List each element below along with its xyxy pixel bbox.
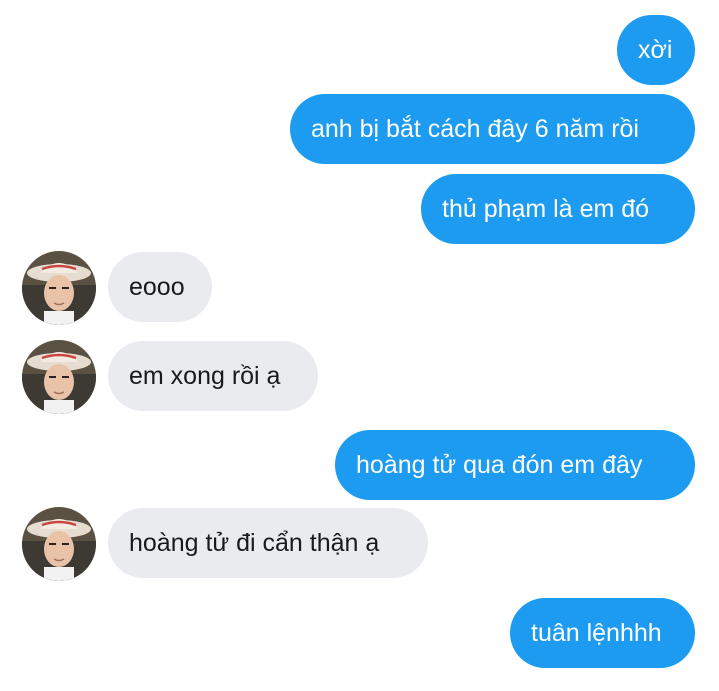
sent-message-bubble[interactable]: thủ phạm là em đó: [421, 174, 695, 244]
avatar-photo-icon: [22, 507, 96, 581]
message-text: em xong rồi ạ: [129, 362, 281, 390]
message-text: anh bị bắt cách đây 6 năm rồi: [311, 115, 639, 143]
message-text: hoàng tử đi cẩn thận ạ: [129, 529, 380, 557]
sent-message-bubble[interactable]: anh bị bắt cách đây 6 năm rồi: [290, 94, 695, 164]
contact-avatar[interactable]: [22, 507, 96, 581]
sent-message-bubble[interactable]: xời: [617, 15, 695, 85]
avatar-photo-icon: [22, 251, 96, 325]
contact-avatar[interactable]: [22, 251, 96, 325]
avatar-photo-icon: [22, 340, 96, 414]
message-text: tuân lệnhhh: [531, 619, 662, 647]
message-text: eooo: [129, 273, 185, 301]
received-message-bubble[interactable]: em xong rồi ạ: [108, 341, 318, 411]
contact-avatar[interactable]: [22, 340, 96, 414]
message-text: thủ phạm là em đó: [442, 195, 650, 223]
message-text: hoàng tử qua đón em đây: [356, 451, 643, 479]
received-message-bubble[interactable]: hoàng tử đi cẩn thận ạ: [108, 508, 428, 578]
sent-message-bubble[interactable]: hoàng tử qua đón em đây: [335, 430, 695, 500]
sent-message-bubble[interactable]: tuân lệnhhh: [510, 598, 695, 668]
received-message-bubble[interactable]: eooo: [108, 252, 212, 322]
message-text: xời: [638, 36, 673, 64]
